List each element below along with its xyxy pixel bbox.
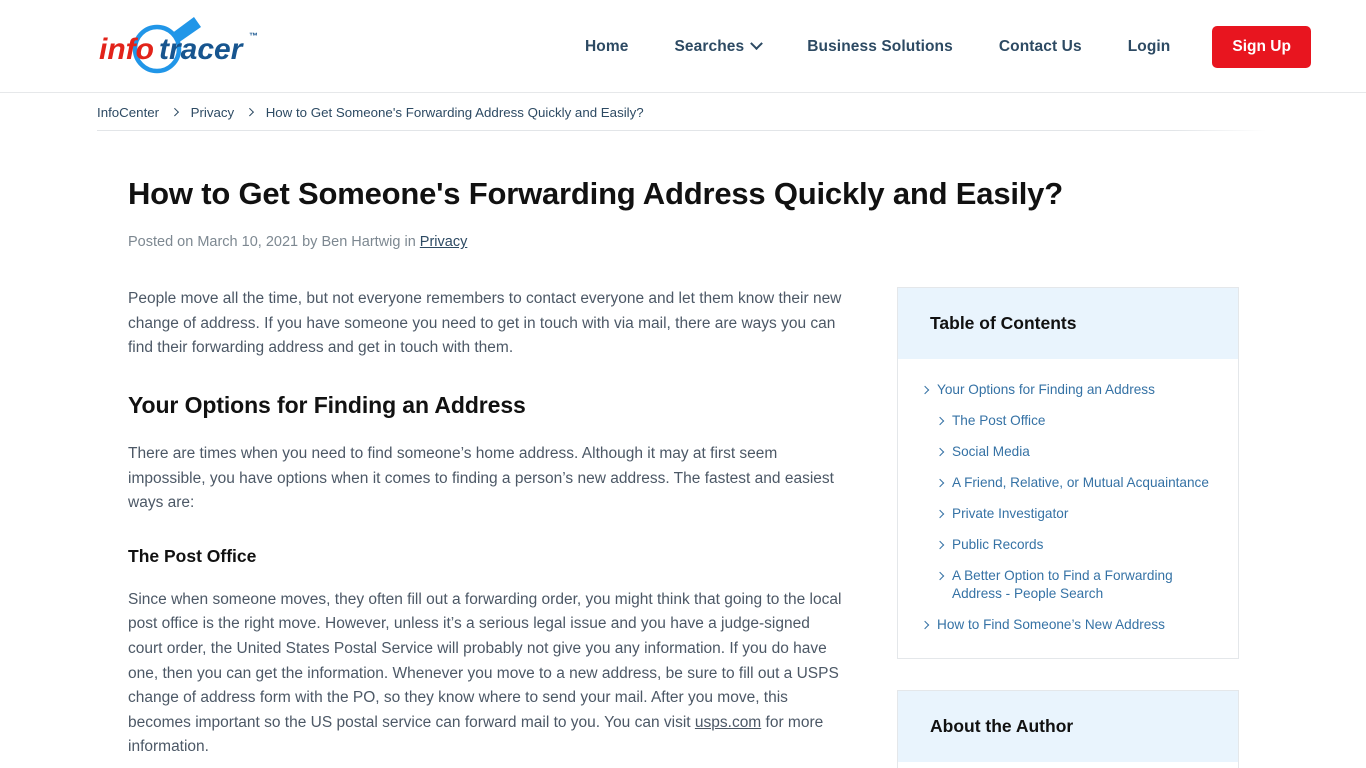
nav-item-label: Login	[1127, 37, 1171, 55]
options-paragraph: There are times when you need to find so…	[128, 444, 834, 512]
logo-icon: info tracer ™	[99, 17, 258, 74]
toc-item-social-media[interactable]: Social Media	[922, 443, 1212, 461]
nav-item-searches[interactable]: Searches	[651, 37, 784, 56]
chevron-down-icon	[750, 37, 764, 51]
nav-item-label: Business Solutions	[807, 37, 953, 55]
nav-item-contact-us[interactable]: Contact Us	[976, 38, 1105, 56]
nav-item-label: Contact Us	[998, 37, 1082, 55]
nav-item-label: Home	[585, 37, 629, 55]
toc-item-a-friend-relative-or-mutual-acquaintance[interactable]: A Friend, Relative, or Mutual Acquaintan…	[922, 474, 1212, 492]
infotracer-logo[interactable]: info tracer ™	[97, 11, 272, 81]
heading-the-post-office: The Post Office	[128, 545, 257, 566]
article-author: Ben Hartwig	[321, 234, 401, 251]
chevron-right-icon	[920, 620, 930, 630]
post-office-text-part-1: Since when someone moves, they often fil…	[128, 590, 842, 731]
breadcrumb-item-current: How to Get Someone's Forwarding Address …	[265, 104, 644, 120]
post-office-paragraph: Since when someone moves, they often fil…	[128, 588, 848, 760]
chevron-right-icon	[920, 385, 930, 395]
toc-item-a-better-option-people-search[interactable]: A Better Option to Find a Forwarding Add…	[922, 567, 1212, 603]
about-the-author-panel: About the Author	[897, 690, 1239, 768]
content-row: People move all the time, but not everyo…	[128, 287, 1267, 768]
breadcrumb-item-infocenter[interactable]: InfoCenter	[97, 105, 159, 120]
toc-item-label[interactable]: Public Records	[952, 536, 1043, 554]
svg-text:™: ™	[249, 31, 258, 41]
article-body: People move all the time, but not everyo…	[128, 287, 868, 768]
nav-item-login[interactable]: Login	[1105, 38, 1194, 56]
toc-item-label[interactable]: The Post Office	[952, 412, 1045, 430]
heading-your-options: Your Options for Finding an Address	[128, 391, 526, 418]
toc-item-how-to-find-someones-new-address[interactable]: How to Find Someone’s New Address	[920, 616, 1212, 634]
article-date: March 10, 2021	[197, 234, 299, 251]
chevron-right-icon	[935, 509, 945, 519]
toc-item-private-investigator[interactable]: Private Investigator	[922, 505, 1212, 523]
sidebar: Table of Contents Your Options for Findi…	[897, 287, 1239, 768]
svg-text:tracer: tracer	[159, 33, 245, 66]
chevron-right-icon	[935, 478, 945, 488]
byline-by: by	[298, 234, 322, 251]
chevron-right-icon	[935, 540, 945, 550]
svg-text:info: info	[99, 33, 154, 66]
nav-item-business-solutions[interactable]: Business Solutions	[784, 38, 976, 56]
toc-item-label[interactable]: How to Find Someone’s New Address	[937, 616, 1165, 634]
toc-item-label[interactable]: A Friend, Relative, or Mutual Acquaintan…	[952, 474, 1209, 492]
site-header: info tracer ™ Home Searches Business Sol…	[0, 0, 1366, 93]
about-the-author-title: About the Author	[898, 691, 1238, 763]
breadcrumb: InfoCenter Privacy How to Get Someone's …	[0, 93, 1366, 131]
article-byline: Posted on March 10, 2021 by Ben Hartwig …	[128, 234, 1267, 250]
table-of-contents-title: Table of Contents	[898, 288, 1238, 360]
toc-item-the-post-office[interactable]: The Post Office	[922, 412, 1212, 430]
usps-link[interactable]: usps.com	[695, 714, 761, 731]
chevron-right-icon	[935, 571, 945, 581]
page-title: How to Get Someone's Forwarding Address …	[128, 176, 1063, 211]
toc-item-label[interactable]: A Better Option to Find a Forwarding Add…	[952, 567, 1212, 603]
table-of-contents-list: Your Options for Finding an Address The …	[920, 381, 1212, 634]
toc-item-your-options[interactable]: Your Options for Finding an Address	[920, 381, 1212, 399]
chevron-right-icon	[935, 447, 945, 457]
article-category-link[interactable]: Privacy	[420, 234, 468, 250]
table-of-contents-body: Your Options for Finding an Address The …	[898, 359, 1238, 658]
toc-item-public-records[interactable]: Public Records	[922, 536, 1212, 554]
toc-item-label[interactable]: Private Investigator	[952, 505, 1068, 523]
nav-item-home[interactable]: Home	[585, 38, 651, 56]
intro-paragraph: People move all the time, but not everyo…	[128, 290, 842, 357]
nav-item-label: Searches	[674, 37, 745, 55]
page-content: How to Get Someone's Forwarding Address …	[0, 175, 1366, 768]
toc-item-label[interactable]: Social Media	[952, 443, 1030, 461]
about-the-author-body	[898, 762, 1238, 768]
byline-prefix: Posted on	[128, 234, 198, 251]
chevron-right-icon	[246, 108, 254, 116]
chevron-right-icon	[170, 108, 179, 116]
sign-up-button[interactable]: Sign Up	[1212, 25, 1311, 68]
byline-in: in	[400, 234, 420, 251]
toc-item-label[interactable]: Your Options for Finding an Address	[937, 381, 1155, 399]
main-navigation: Home Searches Business Solutions Contact…	[585, 0, 1311, 93]
breadcrumb-item-privacy[interactable]: Privacy	[191, 105, 235, 120]
table-of-contents-panel: Table of Contents Your Options for Findi…	[897, 287, 1239, 660]
chevron-right-icon	[935, 416, 945, 426]
